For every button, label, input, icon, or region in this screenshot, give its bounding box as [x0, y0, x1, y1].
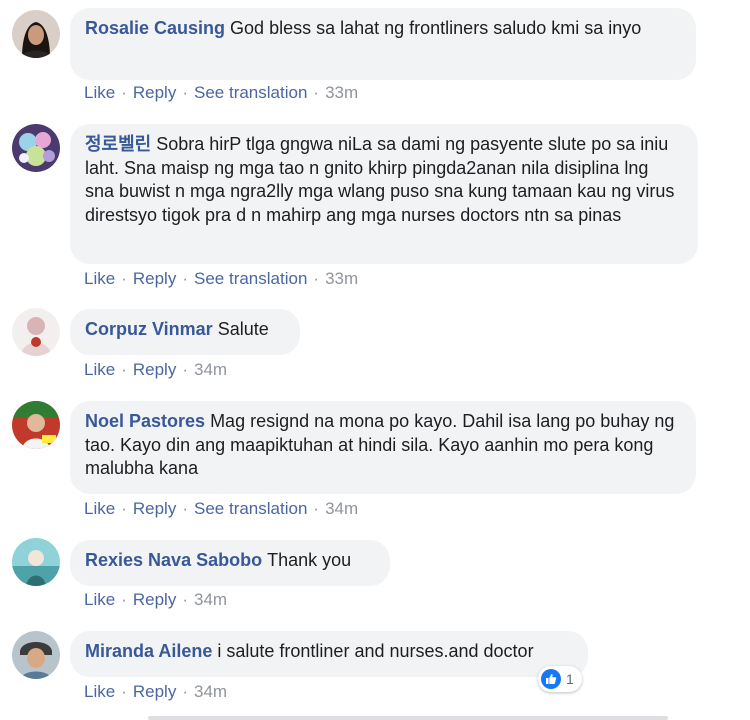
comment-text: Thank you — [267, 550, 352, 570]
like-link[interactable]: Like — [84, 360, 115, 379]
see-translation-link[interactable]: See translation — [194, 83, 307, 102]
separator: · — [121, 499, 127, 518]
comment-author[interactable]: 정로벨린 — [85, 134, 151, 154]
like-link[interactable]: Like — [84, 269, 115, 288]
separator: · — [121, 83, 127, 102]
reaction-count[interactable]: 1 — [538, 666, 582, 692]
comment-timestamp[interactable]: 33m — [325, 83, 358, 102]
avatar[interactable] — [12, 124, 60, 172]
comment-timestamp[interactable]: 34m — [194, 360, 227, 379]
separator: · — [182, 499, 188, 518]
reaction-count-value: 1 — [566, 671, 574, 687]
separator: · — [121, 269, 127, 288]
see-translation-link[interactable]: See translation — [194, 499, 307, 518]
comment-timestamp[interactable]: 34m — [194, 590, 227, 609]
avatar[interactable] — [12, 401, 60, 449]
comment-bubble: Corpuz Vinmar Salute — [70, 309, 300, 355]
avatar[interactable] — [12, 308, 60, 356]
comment-author[interactable]: Corpuz Vinmar — [85, 319, 213, 339]
comment-author[interactable]: Miranda Ailene — [85, 641, 212, 661]
comment-actions: Like · Reply · 34m — [84, 360, 227, 380]
avatar[interactable] — [12, 10, 60, 58]
reply-link[interactable]: Reply — [133, 590, 176, 609]
comment-author[interactable]: Rosalie Causing — [85, 18, 225, 38]
reply-link[interactable]: Reply — [133, 269, 176, 288]
separator: · — [182, 360, 188, 379]
separator: · — [121, 682, 127, 701]
reply-link[interactable]: Reply — [133, 682, 176, 701]
next-comment-edge — [148, 716, 668, 720]
separator: · — [121, 360, 127, 379]
comment-bubble: Miranda Ailene i salute frontliner and nu… — [70, 631, 588, 677]
like-thumb-icon — [541, 669, 561, 689]
comment-actions: Like · Reply · See translation · 34m — [84, 499, 358, 519]
separator: · — [182, 682, 188, 701]
comment-actions: Like · Reply · See translation · 33m — [84, 269, 358, 289]
comment-text: i salute frontliner and nurses.and docto… — [217, 641, 534, 661]
see-translation-link[interactable]: See translation — [194, 269, 307, 288]
comment-bubble: Rexies Nava Sabobo Thank you — [70, 540, 390, 586]
like-link[interactable]: Like — [84, 83, 115, 102]
like-link[interactable]: Like — [84, 590, 115, 609]
comment-actions: Like · Reply · See translation · 33m — [84, 83, 358, 103]
comment-timestamp[interactable]: 34m — [325, 499, 358, 518]
comment-actions: Like · Reply · 34m — [84, 682, 227, 702]
comment-timestamp[interactable]: 33m — [325, 269, 358, 288]
comment-text: Salute — [217, 319, 269, 339]
separator: · — [121, 590, 127, 609]
separator: · — [313, 83, 320, 102]
comment-text: God bless sa lahat ng frontliners saludo… — [230, 18, 642, 38]
comment-actions: Like · Reply · 34m — [84, 590, 227, 610]
avatar[interactable] — [12, 538, 60, 586]
avatar[interactable] — [12, 631, 60, 679]
separator: · — [182, 590, 188, 609]
separator: · — [182, 269, 188, 288]
separator: · — [313, 499, 320, 518]
separator: · — [182, 83, 188, 102]
comment-author[interactable]: Noel Pastores — [85, 411, 205, 431]
reply-link[interactable]: Reply — [133, 83, 176, 102]
comment-text: Sobra hirP tlga gngwa niLa sa dami ng pa… — [85, 134, 675, 225]
comment-timestamp[interactable]: 34m — [194, 682, 227, 701]
reply-link[interactable]: Reply — [133, 360, 176, 379]
reply-link[interactable]: Reply — [133, 499, 176, 518]
like-link[interactable]: Like — [84, 682, 115, 701]
comment-author[interactable]: Rexies Nava Sabobo — [85, 550, 262, 570]
comment-bubble: 정로벨린 Sobra hirP tlga gngwa niLa sa dami n… — [70, 124, 698, 264]
comment-bubble: Noel Pastores Mag resignd na mona po kayo… — [70, 401, 696, 494]
comment-bubble: Rosalie Causing God bless sa lahat ng fro… — [70, 8, 696, 80]
like-link[interactable]: Like — [84, 499, 115, 518]
separator: · — [313, 269, 320, 288]
